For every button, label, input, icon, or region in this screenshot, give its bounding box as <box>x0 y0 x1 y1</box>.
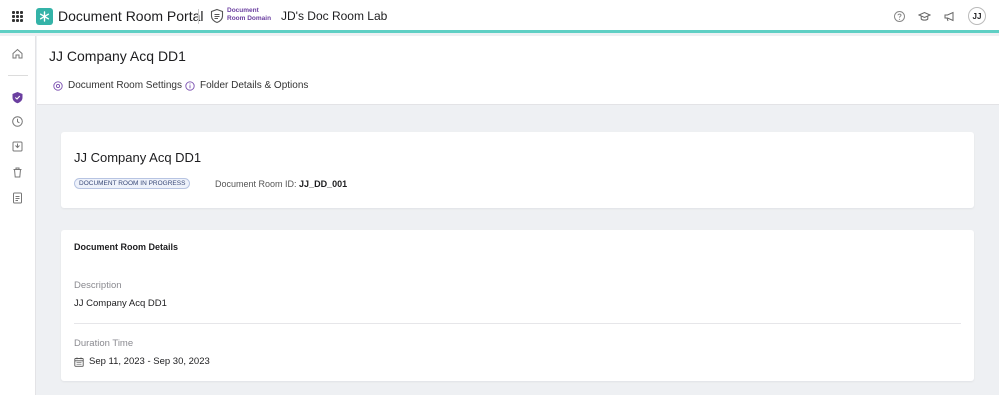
user-avatar[interactable]: JJ <box>968 7 986 25</box>
lab-title[interactable]: JD's Doc Room Lab <box>281 9 387 23</box>
room-id: Document Room ID: JJ_DD_001 <box>215 179 347 189</box>
field-divider <box>74 323 961 324</box>
page-header: JJ Company Acq DD1 Document Room Setting… <box>37 36 999 105</box>
shield-document-icon <box>210 8 224 24</box>
details-card: Document Room Details Description JJ Com… <box>61 230 974 381</box>
section-title: Document Room Details <box>74 242 179 252</box>
clipboard-icon[interactable] <box>11 191 24 204</box>
top-bar: Document Room Portal Document Room Domai… <box>0 0 999 33</box>
description-value: JJ Company Acq DD1 <box>74 298 167 309</box>
duration-value: Sep 11, 2023 - Sep 30, 2023 <box>89 356 210 367</box>
apps-grid-icon[interactable] <box>12 11 23 22</box>
tab-folder-details-options[interactable]: Folder Details & Options <box>185 80 308 91</box>
duration-label: Duration Time <box>74 338 134 349</box>
tab-label: Folder Details & Options <box>200 80 309 91</box>
app-title[interactable]: Document Room Portal <box>58 8 204 24</box>
page-title: JJ Company Acq DD1 <box>49 48 186 64</box>
sidebar-divider <box>8 75 28 76</box>
domain-label-line2: Room Domain <box>227 14 272 22</box>
tab-label: Document Room Settings <box>68 80 182 91</box>
divider <box>198 9 199 24</box>
app-logo-icon[interactable] <box>36 8 53 25</box>
tab-document-room-settings[interactable]: Document Room Settings <box>53 80 182 91</box>
room-id-label: Document Room ID: <box>215 179 297 189</box>
room-title: JJ Company Acq DD1 <box>74 150 202 165</box>
megaphone-icon[interactable] <box>943 10 956 23</box>
graduation-cap-icon[interactable] <box>918 10 931 23</box>
settings-icon <box>53 80 63 91</box>
status-badge: DOCUMENT ROOM IN PROGRESS <box>74 178 191 189</box>
domain-label-line1: Document <box>227 7 259 14</box>
duration-field: Sep 11, 2023 - Sep 30, 2023 <box>74 356 210 367</box>
summary-card: JJ Company Acq DD1 DOCUMENT ROOM IN PROG… <box>61 132 974 208</box>
sidebar <box>0 36 36 395</box>
info-icon <box>185 80 195 91</box>
shield-icon[interactable] <box>11 91 24 104</box>
home-icon[interactable] <box>11 47 24 60</box>
domain-label[interactable]: Document Room Domain <box>227 7 271 22</box>
calendar-icon <box>74 357 84 367</box>
clock-icon[interactable] <box>11 115 24 128</box>
trash-icon[interactable] <box>11 166 24 179</box>
description-label: Description <box>74 280 122 291</box>
room-id-value: JJ_DD_001 <box>299 179 348 189</box>
help-icon[interactable] <box>893 10 906 23</box>
inbox-download-icon[interactable] <box>11 140 24 153</box>
